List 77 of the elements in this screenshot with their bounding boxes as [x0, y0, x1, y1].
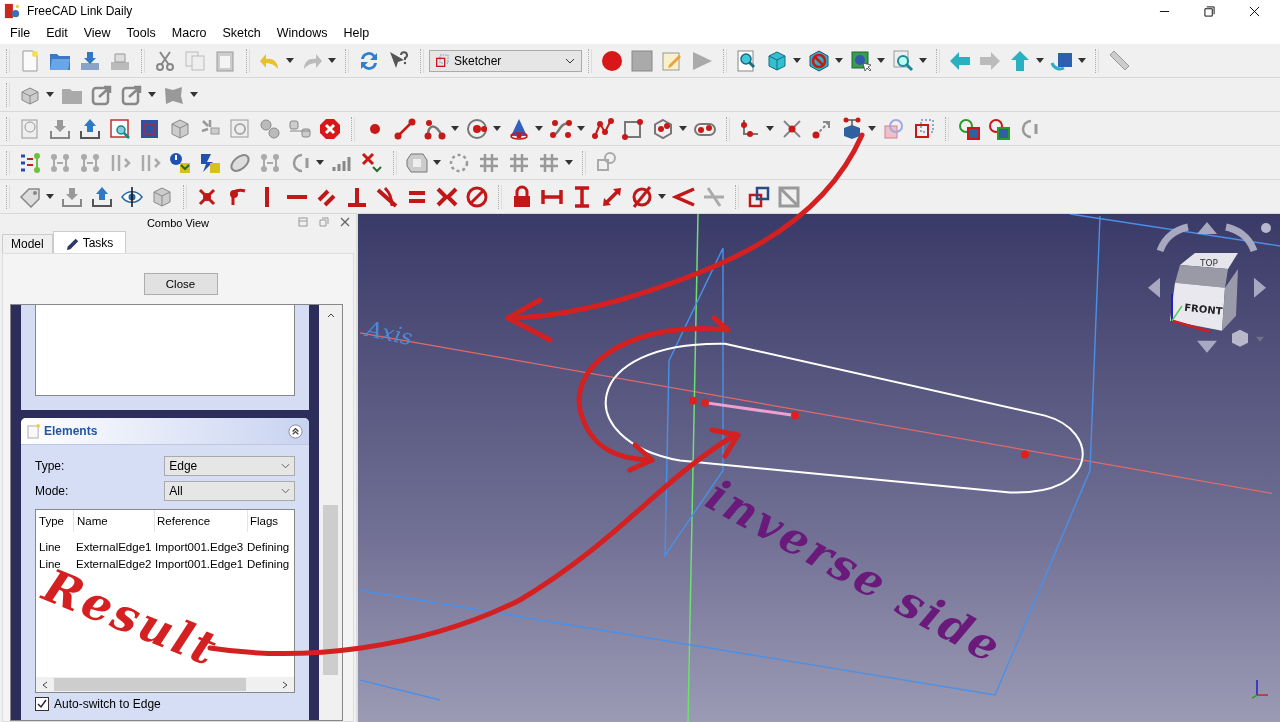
- scroll-left-icon[interactable]: [41, 680, 49, 689]
- caret-icon[interactable]: [493, 126, 501, 131]
- menu-item[interactable]: Sketch: [214, 26, 269, 40]
- mode-dropdown[interactable]: All: [164, 480, 295, 501]
- table-cell-text: Defining: [246, 540, 291, 553]
- sketch-point: [791, 411, 799, 420]
- sketch-point: [689, 396, 697, 405]
- vertical-scrollbar[interactable]: [319, 305, 342, 720]
- sketch-point: [1021, 450, 1029, 459]
- column-header[interactable]: Reference: [155, 510, 248, 532]
- caret-icon[interactable]: [535, 126, 543, 131]
- caret-icon[interactable]: [877, 58, 885, 63]
- checkbox-label: Auto-switch to Edge: [54, 697, 161, 711]
- menu-item[interactable]: Edit: [38, 26, 76, 40]
- document-icon: [27, 423, 40, 439]
- app-icon: [4, 3, 20, 19]
- caret-icon[interactable]: [451, 126, 459, 131]
- column-header[interactable]: Flags: [248, 510, 294, 532]
- panel-title: Elements: [44, 424, 98, 438]
- caret-icon[interactable]: [658, 194, 666, 199]
- caret-icon[interactable]: [433, 160, 441, 165]
- menu-item[interactable]: Windows: [268, 26, 336, 40]
- close-button[interactable]: [1249, 5, 1260, 17]
- sketcher-icon: [434, 52, 450, 69]
- menu-item[interactable]: Tools: [118, 26, 164, 40]
- caret-icon[interactable]: [190, 92, 198, 97]
- tab[interactable]: Tasks: [52, 231, 127, 253]
- table-cell-text: ExternalEdge2: [76, 557, 152, 570]
- caret-icon[interactable]: [286, 58, 294, 63]
- menu-item[interactable]: File: [2, 26, 39, 40]
- table-cell-text: Import001.Edge3: [154, 540, 245, 553]
- column-header[interactable]: Name: [74, 510, 155, 532]
- caret-icon[interactable]: [679, 126, 687, 131]
- panel-title: Combo View: [146, 216, 210, 229]
- menu-item[interactable]: Help: [335, 26, 378, 40]
- field-label: Type:: [35, 458, 66, 473]
- caret-icon[interactable]: [148, 92, 156, 97]
- caret-icon[interactable]: [565, 160, 573, 165]
- table-cell-text: Defining: [246, 557, 291, 570]
- caret-icon[interactable]: [577, 126, 585, 131]
- caret-icon[interactable]: [793, 58, 801, 63]
- table-cell-text: Import001.Edge1: [155, 557, 245, 570]
- checkbox[interactable]: [35, 697, 49, 711]
- chevron-icon: [281, 462, 290, 469]
- maximize-button[interactable]: [1204, 5, 1215, 17]
- window-title: FreeCAD Link Daily: [27, 4, 133, 18]
- axis-label: Axis: [363, 316, 415, 351]
- horizontal-scrollbar[interactable]: [36, 677, 294, 692]
- close-button[interactable]: Close: [143, 273, 218, 295]
- caret-icon[interactable]: [1036, 58, 1044, 63]
- collapse-button[interactable]: [288, 423, 303, 439]
- type-dropdown[interactable]: Edge: [164, 455, 295, 476]
- table-cell-text: Line: [38, 557, 61, 570]
- sketch-point: [701, 398, 709, 407]
- caret-icon[interactable]: [328, 58, 336, 63]
- caret-icon[interactable]: [835, 58, 843, 63]
- scroll-right-icon[interactable]: [281, 680, 289, 689]
- menu-item[interactable]: Macro: [163, 26, 215, 40]
- caret-icon[interactable]: [766, 126, 774, 131]
- workbench-dropdown[interactable]: Sketcher: [429, 49, 582, 72]
- caret-icon[interactable]: [919, 58, 927, 63]
- tab[interactable]: Model: [2, 234, 53, 253]
- scroll-up-icon[interactable]: [325, 311, 336, 319]
- table-cell-text: ExternalEdge1: [75, 540, 153, 553]
- close-icon[interactable]: [340, 217, 350, 227]
- caret-icon[interactable]: [868, 126, 876, 131]
- axis-triad: [1251, 679, 1269, 699]
- caret-icon[interactable]: [1078, 58, 1086, 63]
- caret-icon[interactable]: [46, 194, 54, 199]
- chevron-icon: [281, 487, 290, 494]
- menu-item[interactable]: View: [75, 26, 119, 40]
- field-label: Mode:: [35, 483, 70, 498]
- caret-icon[interactable]: [316, 160, 324, 165]
- table-cell-text: Line: [38, 540, 62, 553]
- caret-icon[interactable]: [46, 92, 54, 97]
- chevron-icon: [565, 57, 575, 64]
- column-header[interactable]: Type: [36, 510, 74, 532]
